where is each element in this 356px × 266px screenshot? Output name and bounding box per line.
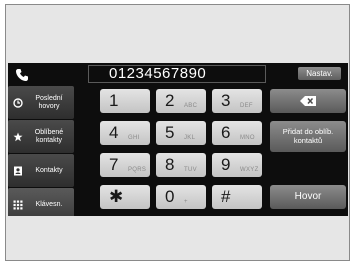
key-letters: + [184, 199, 188, 205]
key-digit: 8 [165, 155, 175, 174]
key-digit: 7 [109, 155, 119, 174]
add-to-favorites-label: Přidat do oblíb. kontaktů [282, 127, 334, 145]
key-letters: ABC [184, 103, 198, 109]
key-3[interactable]: 3 DEF [212, 89, 262, 113]
sidebar-item-contacts[interactable]: Kontakty [8, 154, 74, 187]
key-letters: WXYZ [240, 167, 259, 173]
contact-card-icon [14, 166, 22, 175]
settings-button[interactable]: Nastav. [298, 67, 341, 80]
key-5[interactable]: 5 JKL [156, 121, 206, 145]
key-letters: GHI [128, 135, 140, 141]
key-digit: 0 [165, 187, 175, 206]
key-9[interactable]: 9 WXYZ [212, 153, 262, 177]
key-digit: 6 [221, 123, 231, 142]
key-digit: 1 [109, 91, 119, 110]
key-0[interactable]: 0 + [156, 185, 206, 209]
key-digit: 3 [221, 91, 231, 110]
clock-icon [13, 97, 23, 108]
sidebar-item-favorites[interactable]: Oblíbené kontakty [8, 120, 74, 153]
key-letters: MNO [240, 135, 255, 141]
key-digit: ✱ [109, 187, 124, 206]
backspace-icon [300, 96, 316, 106]
sidebar-item-label: Poslední hovory [35, 94, 63, 110]
sidebar-item-label: Klávesn. [35, 200, 63, 208]
phone-number-field[interactable]: 01234567890 [88, 65, 266, 83]
phone-screen: 01234567890 Nastav. Poslední hovory Oblí… [8, 63, 348, 216]
key-digit: 9 [221, 155, 231, 174]
keypad-icon [13, 200, 23, 209]
key-letters: JKL [184, 135, 196, 141]
phone-handset-icon [16, 69, 28, 81]
key-hash[interactable]: # [212, 185, 262, 209]
call-button[interactable]: Hovor [270, 185, 346, 209]
key-8[interactable]: 8 TUV [156, 153, 206, 177]
key-7[interactable]: 7 PQRS [100, 153, 150, 177]
key-star[interactable]: ✱ [100, 185, 150, 209]
sidebar-item-label: Kontakty [35, 166, 63, 174]
sidebar-item-label: Oblíbené kontakty [34, 128, 64, 144]
key-letters: DEF [240, 103, 253, 109]
key-2[interactable]: 2 ABC [156, 89, 206, 113]
key-digit: 2 [165, 91, 175, 110]
backspace-button[interactable] [270, 89, 346, 113]
call-label: Hovor [294, 191, 322, 202]
sidebar-item-keypad[interactable]: Klávesn. [8, 188, 74, 216]
add-to-favorites-button[interactable]: Přidat do oblíb. kontaktů [270, 121, 346, 152]
key-digit: # [221, 187, 231, 206]
key-digit: 4 [109, 123, 119, 142]
key-digit: 5 [165, 123, 175, 142]
star-icon [13, 132, 23, 141]
key-4[interactable]: 4 GHI [100, 121, 150, 145]
key-letters: TUV [184, 167, 197, 173]
sidebar-item-recent-calls[interactable]: Poslední hovory [8, 86, 74, 119]
key-letters: PQRS [128, 167, 147, 173]
key-6[interactable]: 6 MNO [212, 121, 262, 145]
key-1[interactable]: 1 [100, 89, 150, 113]
